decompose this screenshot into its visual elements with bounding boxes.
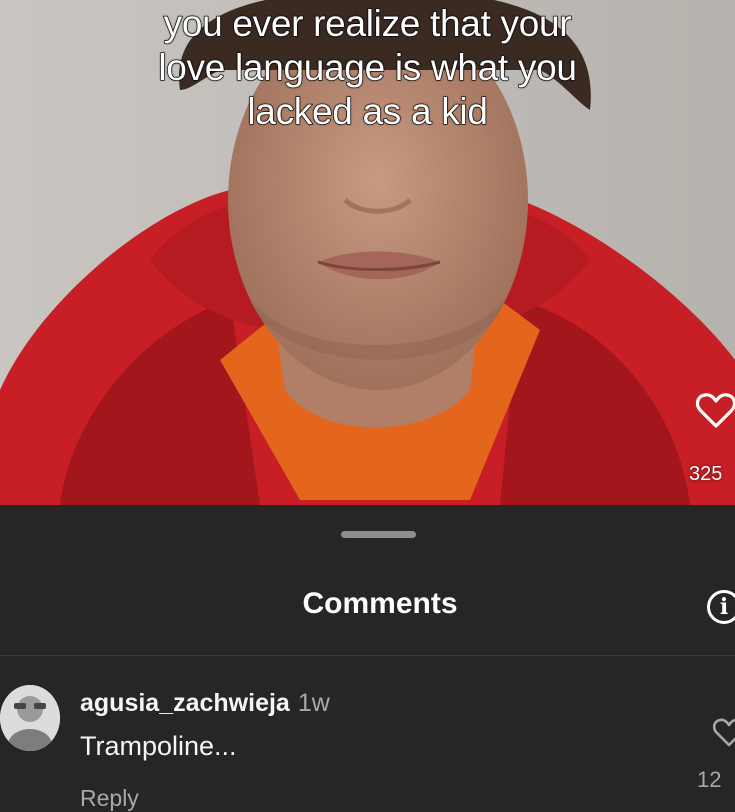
avatar[interactable] <box>0 685 60 751</box>
caption-line: you ever realize that your <box>163 2 572 44</box>
video-caption: you ever realize that your love language… <box>0 2 735 134</box>
divider <box>0 655 735 656</box>
drag-handle[interactable] <box>341 531 416 538</box>
like-button[interactable] <box>694 388 735 432</box>
comments-title: Comments <box>302 587 458 620</box>
caption-line: love language is what you <box>158 46 578 88</box>
comment-like-button[interactable] <box>712 715 735 749</box>
video-frame[interactable]: you ever realize that your love language… <box>0 0 735 505</box>
comments-sheet: Comments i agusia_zachwieja 1w Trampoline… <box>0 505 735 812</box>
caption-line: lacked as a kid <box>247 90 489 132</box>
like-count: 325 <box>689 463 723 485</box>
comment-time: 1w <box>297 689 330 717</box>
comment-text: Trampoline... <box>80 731 237 761</box>
reply-button[interactable]: Reply <box>80 785 139 812</box>
info-icon[interactable]: i <box>707 590 735 624</box>
comment-username[interactable]: agusia_zachwieja <box>80 689 290 717</box>
heart-outline-icon <box>695 393 735 428</box>
comment-like-count: 12 <box>697 767 722 792</box>
heart-outline-icon <box>712 718 735 747</box>
avatar-image <box>0 685 60 751</box>
comment-header: agusia_zachwieja 1w <box>80 689 330 718</box>
